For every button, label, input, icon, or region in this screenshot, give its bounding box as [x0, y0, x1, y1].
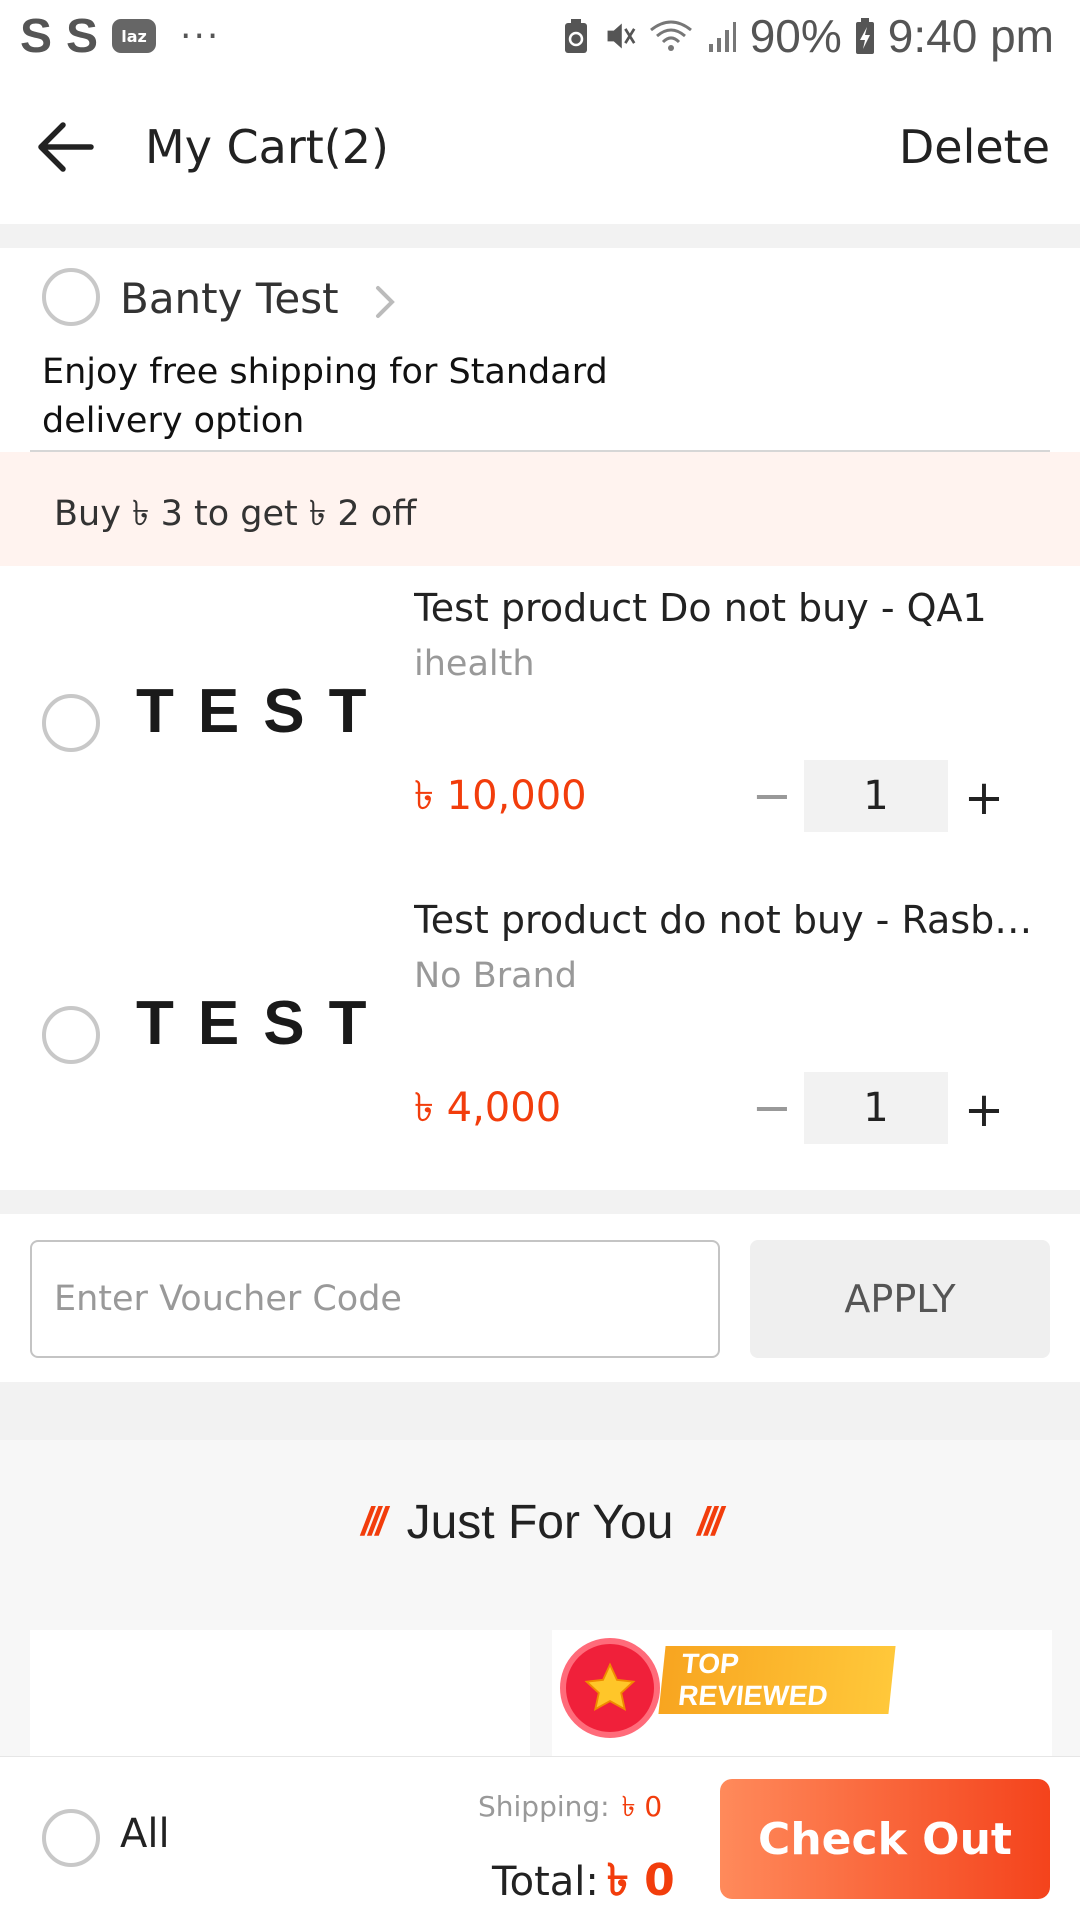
- cart-item: TEST Test product Do not buy - QA1 iheal…: [0, 566, 1080, 878]
- select-all-label[interactable]: All: [120, 1811, 170, 1857]
- shipping-value: ৳ 0: [621, 1790, 663, 1823]
- shipping-label: Shipping:: [478, 1790, 610, 1823]
- quantity-field[interactable]: 1: [804, 760, 948, 832]
- chevron-right-icon[interactable]: [370, 282, 400, 322]
- product-title[interactable]: Test product do not buy - Rasberry...: [414, 898, 1054, 942]
- cart-header: My Cart(2) Delete: [0, 72, 1080, 224]
- just-for-you-section: /// Just For You /// TOP REVIEWED: [0, 1440, 1080, 1830]
- quantity-field[interactable]: 1: [804, 1072, 948, 1144]
- store-section: Banty Test Enjoy free shipping for Stand…: [0, 248, 1080, 1190]
- signal-icon: [706, 18, 738, 54]
- status-bar: S S laz ··· 90% 9:40 pm: [0, 0, 1080, 72]
- cart-item: TEST Test product do not buy - Rasberry.…: [0, 878, 1080, 1190]
- select-all-checkbox[interactable]: [42, 1809, 100, 1867]
- clock: 9:40 pm: [887, 10, 1054, 62]
- quantity-decrease-button[interactable]: −: [742, 1078, 802, 1138]
- product-brand: No Brand: [414, 956, 577, 996]
- promo-banner: Buy ৳ 3 to get ৳ 2 off: [0, 452, 1080, 566]
- voucher-code-input[interactable]: [30, 1240, 720, 1358]
- voucher-section: APPLY: [0, 1214, 1080, 1382]
- s-notification-icon: S: [66, 9, 99, 63]
- store-name[interactable]: Banty Test: [120, 274, 339, 323]
- product-price: ৳ 10,000: [414, 773, 587, 819]
- delete-button[interactable]: Delete: [899, 120, 1050, 174]
- total-label: Total:: [492, 1859, 599, 1905]
- product-price: ৳ 4,000: [414, 1085, 562, 1131]
- decor-slashes-icon: ///: [697, 1500, 722, 1544]
- total-summary: Total: ৳ 0: [492, 1847, 675, 1920]
- product-image[interactable]: TEST: [136, 676, 390, 747]
- s-notification-icon: S: [20, 9, 53, 63]
- product-brand: ihealth: [414, 644, 535, 684]
- checkout-button[interactable]: Check Out: [720, 1779, 1050, 1899]
- more-notifications-icon: ···: [180, 15, 221, 57]
- battery-percentage: 90%: [749, 10, 842, 62]
- battery-saver-icon: [560, 18, 592, 54]
- page-title: My Cart(2): [145, 120, 389, 174]
- star-icon: [560, 1638, 660, 1738]
- status-left: S S laz ···: [20, 8, 220, 64]
- product-title[interactable]: Test product Do not buy - QA1: [414, 586, 1054, 630]
- back-button[interactable]: [30, 112, 100, 182]
- decor-slashes-icon: ///: [361, 1500, 386, 1544]
- promo-text: Buy ৳ 3 to get ৳ 2 off: [54, 494, 417, 534]
- checkout-bar: All Shipping: ৳ 0 Total: ৳ 0 Check Out: [0, 1756, 1080, 1920]
- apply-voucher-button[interactable]: APPLY: [750, 1240, 1050, 1358]
- quantity-increase-button[interactable]: +: [954, 768, 1014, 828]
- item-select-checkbox[interactable]: [42, 1006, 100, 1064]
- wifi-icon: [648, 18, 694, 54]
- lazada-notification-icon: laz: [112, 19, 157, 53]
- shipping-summary: Shipping: ৳ 0: [478, 1785, 662, 1832]
- just-for-you-heading: /// Just For You ///: [0, 1495, 1080, 1550]
- product-image[interactable]: TEST: [136, 988, 390, 1059]
- total-value: ৳ 0: [606, 1855, 675, 1906]
- section-title: Just For You: [406, 1496, 674, 1549]
- top-reviewed-badge: TOP REVIEWED: [658, 1646, 896, 1714]
- free-shipping-note: Enjoy free shipping for Standard deliver…: [42, 352, 608, 441]
- vibrate-mute-icon: [604, 18, 636, 54]
- quantity-increase-button[interactable]: +: [954, 1080, 1014, 1140]
- store-select-checkbox[interactable]: [42, 268, 100, 326]
- battery-charging-icon: [854, 18, 876, 54]
- arrow-left-icon: [38, 122, 94, 172]
- item-select-checkbox[interactable]: [42, 694, 100, 752]
- status-right: 90% 9:40 pm: [560, 8, 1054, 64]
- quantity-decrease-button[interactable]: −: [742, 766, 802, 826]
